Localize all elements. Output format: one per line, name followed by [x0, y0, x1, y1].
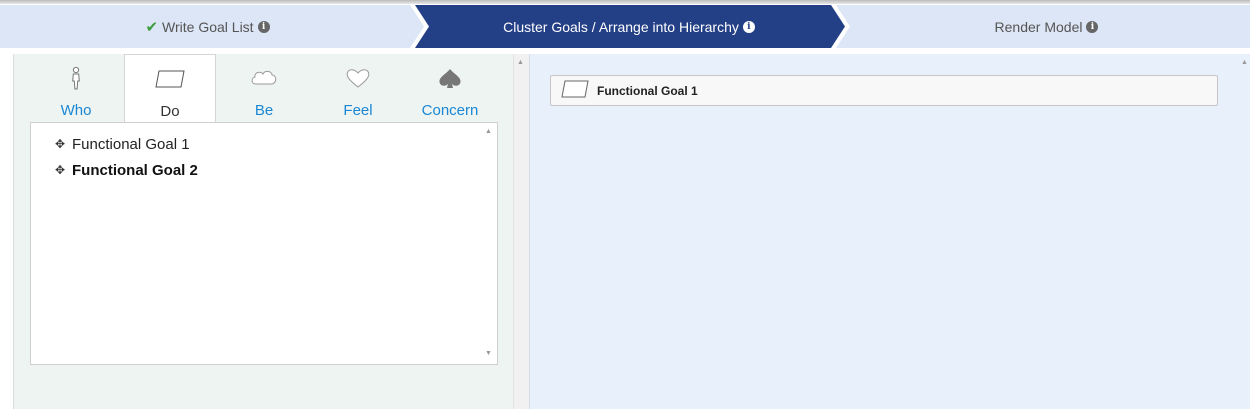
list-item[interactable]: ✥ Functional Goal 2 — [55, 159, 198, 181]
step-label: Render Model — [994, 18, 1083, 35]
hierarchy-goal-node[interactable]: Functional Goal 1 — [550, 75, 1218, 106]
tab-who[interactable]: Who — [30, 54, 122, 123]
tab-label: Be — [254, 102, 274, 119]
goal-list-panel: Who Do Be Feel Concern ✥ Functional Goal… — [13, 54, 513, 409]
spade-icon — [437, 58, 463, 98]
tab-label: Who — [60, 102, 92, 119]
step-write-goal-list[interactable]: ✔ Write Goal List i — [0, 5, 415, 48]
scroll-up-arrow-icon[interactable]: ▲ — [1241, 59, 1248, 67]
tab-label: Concern — [421, 102, 479, 119]
right-panel-scrollbar[interactable]: ▲ — [1240, 54, 1250, 409]
parallelogram-icon — [155, 59, 185, 99]
step-render-model[interactable]: Render Model i — [843, 5, 1250, 48]
window-top-edge — [0, 0, 1250, 4]
tab-feel[interactable]: Feel — [312, 54, 404, 123]
tab-do[interactable]: Do — [124, 54, 216, 124]
hierarchy-panel: Functional Goal 1 — [529, 54, 1250, 409]
parallelogram-icon — [561, 80, 589, 101]
goal-node-label: Functional Goal 1 — [597, 83, 698, 98]
tab-be[interactable]: Be — [218, 54, 310, 123]
move-handle-icon[interactable]: ✥ — [55, 163, 65, 177]
move-handle-icon[interactable]: ✥ — [55, 137, 65, 151]
step-label: Cluster Goals / Arrange into Hierarchy — [503, 18, 739, 35]
scroll-up-arrow-icon[interactable]: ▲ — [517, 59, 524, 67]
goal-label: Functional Goal 1 — [72, 135, 190, 153]
check-icon: ✔ — [145, 18, 159, 36]
scroll-down-arrow-icon[interactable]: ▼ — [485, 350, 492, 358]
goal-list-box: ✥ Functional Goal 1 ✥ Functional Goal 2 … — [30, 122, 498, 365]
list-item[interactable]: ✥ Functional Goal 1 — [55, 133, 190, 155]
person-icon — [70, 58, 82, 98]
heart-icon — [345, 58, 371, 98]
step-label: Write Goal List — [162, 18, 254, 35]
left-panel-scrollbar[interactable]: ▲ — [513, 54, 529, 409]
scroll-up-arrow-icon[interactable]: ▲ — [485, 128, 492, 136]
goal-label: Functional Goal 2 — [72, 161, 198, 179]
tab-concern[interactable]: Concern — [404, 54, 496, 123]
cloud-icon — [250, 58, 278, 98]
tab-label: Do — [160, 103, 180, 120]
step-cluster-goals[interactable]: Cluster Goals / Arrange into Hierarchy i — [415, 5, 843, 48]
info-icon[interactable]: i — [1086, 20, 1099, 33]
tab-label: Feel — [343, 102, 373, 119]
wizard-step-bar: ✔ Write Goal List i Cluster Goals / Arra… — [0, 5, 1250, 48]
goal-type-tabs: Who Do Be Feel Concern — [14, 54, 514, 124]
info-icon[interactable]: i — [257, 20, 270, 33]
info-icon[interactable]: i — [742, 20, 755, 33]
